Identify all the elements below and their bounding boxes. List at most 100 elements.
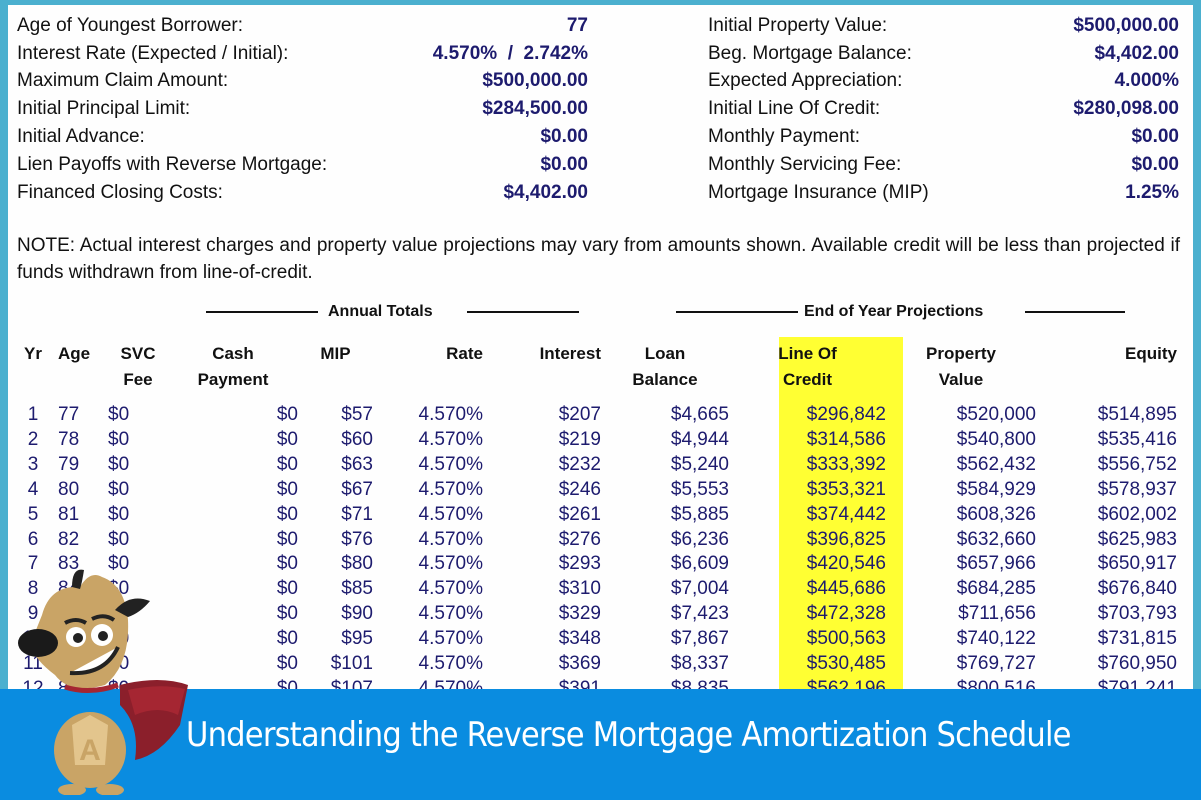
- cell-mip: $90: [341, 603, 373, 625]
- summary-label: Monthly Payment:: [708, 126, 861, 148]
- cell-loan-balance: $5,553: [670, 478, 729, 500]
- summary-label: Expected Appreciation:: [708, 70, 903, 92]
- summary-value: $4,402.00: [503, 181, 588, 203]
- cell-mip: $63: [341, 453, 373, 475]
- header-line: Yr: [24, 344, 42, 363]
- cell-year: 6: [27, 528, 39, 550]
- cell-interest: $329: [558, 603, 601, 625]
- table-row: 6 82 $0 $0 $76 4.570% $276 $6,236 $396,825 $632,6…: [8, 528, 1177, 553]
- cell-property-value: $584,929: [956, 478, 1036, 500]
- summary-row: Financed Closing Costs: $4,402.00: [17, 179, 588, 207]
- annual-totals-header: Annual Totals: [206, 303, 579, 321]
- cell-svc-fee: $0: [108, 428, 130, 450]
- summary-value: $284,500.00: [482, 98, 588, 120]
- cell-rate: 4.570%: [418, 503, 483, 525]
- table-row: 2 78 $0 $0 $60 4.570% $219 $4,944 $314,586 $540,8…: [8, 428, 1177, 453]
- cell-loan-balance: $5,885: [670, 503, 729, 525]
- cell-line-of-credit: $333,392: [806, 453, 886, 475]
- cell-interest: $293: [558, 553, 601, 575]
- cell-rate: 4.570%: [418, 478, 483, 500]
- cell-equity: $625,983: [1097, 528, 1177, 550]
- column-header-loan-balance: Loan Balance: [601, 341, 729, 403]
- cell-loan-balance: $6,609: [670, 553, 729, 575]
- cell-age: 82: [58, 528, 80, 550]
- cell-age: 78: [58, 428, 80, 450]
- header-line: Cash: [212, 344, 254, 363]
- end-of-year-header: End of Year Projections: [676, 303, 1126, 321]
- cell-age: 81: [58, 503, 80, 525]
- cell-mip: $71: [341, 503, 373, 525]
- cell-year: 5: [27, 503, 39, 525]
- header-line: Property: [926, 344, 996, 363]
- cell-property-value: $562,432: [956, 453, 1036, 475]
- svg-text:A: A: [79, 734, 101, 767]
- table-row: 4 80 $0 $0 $67 4.570% $246 $5,553 $353,321 $584,9…: [8, 478, 1177, 503]
- header-line: Equity: [1125, 344, 1177, 363]
- cell-year: 3: [27, 453, 39, 475]
- summary-value: 1.25%: [1125, 181, 1179, 203]
- cell-property-value: $684,285: [956, 578, 1036, 600]
- cell-rate: 4.570%: [418, 428, 483, 450]
- cell-equity: $703,793: [1097, 603, 1177, 625]
- cell-line-of-credit: $374,442: [806, 503, 886, 525]
- header-line: Value: [938, 370, 984, 389]
- cell-cash-payment: $0: [276, 404, 298, 425]
- summary-row: Initial Principal Limit: $284,500.00: [17, 95, 588, 123]
- summary-row: Initial Property Value: $500,000.00: [708, 12, 1179, 40]
- cell-interest: $219: [558, 428, 601, 450]
- summary-value: $4,402.00: [1094, 42, 1179, 64]
- column-header-equity: Equity: [1036, 341, 1177, 403]
- cell-svc-fee: $0: [108, 453, 130, 475]
- cell-line-of-credit: $472,328: [806, 603, 886, 625]
- header-line: MIP: [320, 344, 351, 363]
- summary-row: Beg. Mortgage Balance: $4,402.00: [708, 40, 1179, 68]
- summary-value: $500,000.00: [482, 70, 588, 92]
- summary-row: Expected Appreciation: 4.000%: [708, 68, 1179, 96]
- cell-line-of-credit: $500,563: [806, 628, 886, 650]
- cell-interest: $369: [558, 653, 601, 675]
- cell-interest: $207: [558, 404, 601, 425]
- summary-row: Age of Youngest Borrower: 77: [17, 12, 588, 40]
- cell-property-value: $711,656: [958, 603, 1036, 625]
- summary-label: Beg. Mortgage Balance:: [708, 42, 912, 64]
- cell-line-of-credit: $296,842: [806, 404, 886, 425]
- cell-property-value: $769,727: [956, 653, 1036, 675]
- summary-value: $0.00: [1131, 126, 1179, 148]
- column-header-age: Age: [58, 341, 108, 403]
- cell-cash-payment: $0: [276, 528, 298, 550]
- cell-equity: $650,917: [1097, 553, 1177, 575]
- cell-mip: $57: [341, 404, 373, 425]
- cell-loan-balance: $7,423: [670, 603, 729, 625]
- header-line: Credit: [782, 370, 833, 389]
- cell-interest: $232: [558, 453, 601, 475]
- summary-row: Lien Payoffs with Reverse Mortgage: $0.00: [17, 151, 588, 179]
- summary-label: Initial Advance:: [17, 126, 145, 148]
- column-header-line-of-credit: Line Of Credit: [729, 341, 886, 403]
- cell-property-value: $632,660: [956, 528, 1036, 550]
- cell-equity: $578,937: [1097, 478, 1177, 500]
- summary-label: Monthly Servicing Fee:: [708, 153, 902, 175]
- cell-mip: $101: [330, 653, 373, 675]
- cell-svc-fee: $0: [108, 404, 130, 425]
- cell-rate: 4.570%: [418, 528, 483, 550]
- cell-svc-fee: $0: [108, 528, 130, 550]
- cell-equity: $602,002: [1097, 503, 1177, 525]
- summary-label: Maximum Claim Amount:: [17, 70, 229, 92]
- summary-label: Financed Closing Costs:: [17, 181, 223, 203]
- cell-svc-fee: $0: [108, 503, 130, 525]
- dog-mascot-icon: A: [18, 569, 188, 795]
- cell-mip: $80: [341, 553, 373, 575]
- table-row: 5 81 $0 $0 $71 4.570% $261 $5,885 $374,442 $608,3…: [8, 503, 1177, 528]
- cell-equity: $514,895: [1097, 404, 1177, 425]
- summary-value: 77: [566, 14, 588, 36]
- cell-rate: 4.570%: [418, 603, 483, 625]
- cell-mip: $85: [341, 578, 373, 600]
- cell-equity: $676,840: [1097, 578, 1177, 600]
- divider-line: [206, 311, 318, 313]
- header-line: Balance: [632, 370, 698, 389]
- table-row: 1 77 $0 $0 $57 4.570% $207 $4,665 $296,842 $520,0…: [8, 403, 1177, 428]
- summary-label: Initial Line Of Credit:: [708, 98, 881, 120]
- cell-age: 79: [58, 453, 80, 475]
- cell-rate: 4.570%: [418, 404, 483, 425]
- summary-value: $500,000.00: [1073, 14, 1179, 36]
